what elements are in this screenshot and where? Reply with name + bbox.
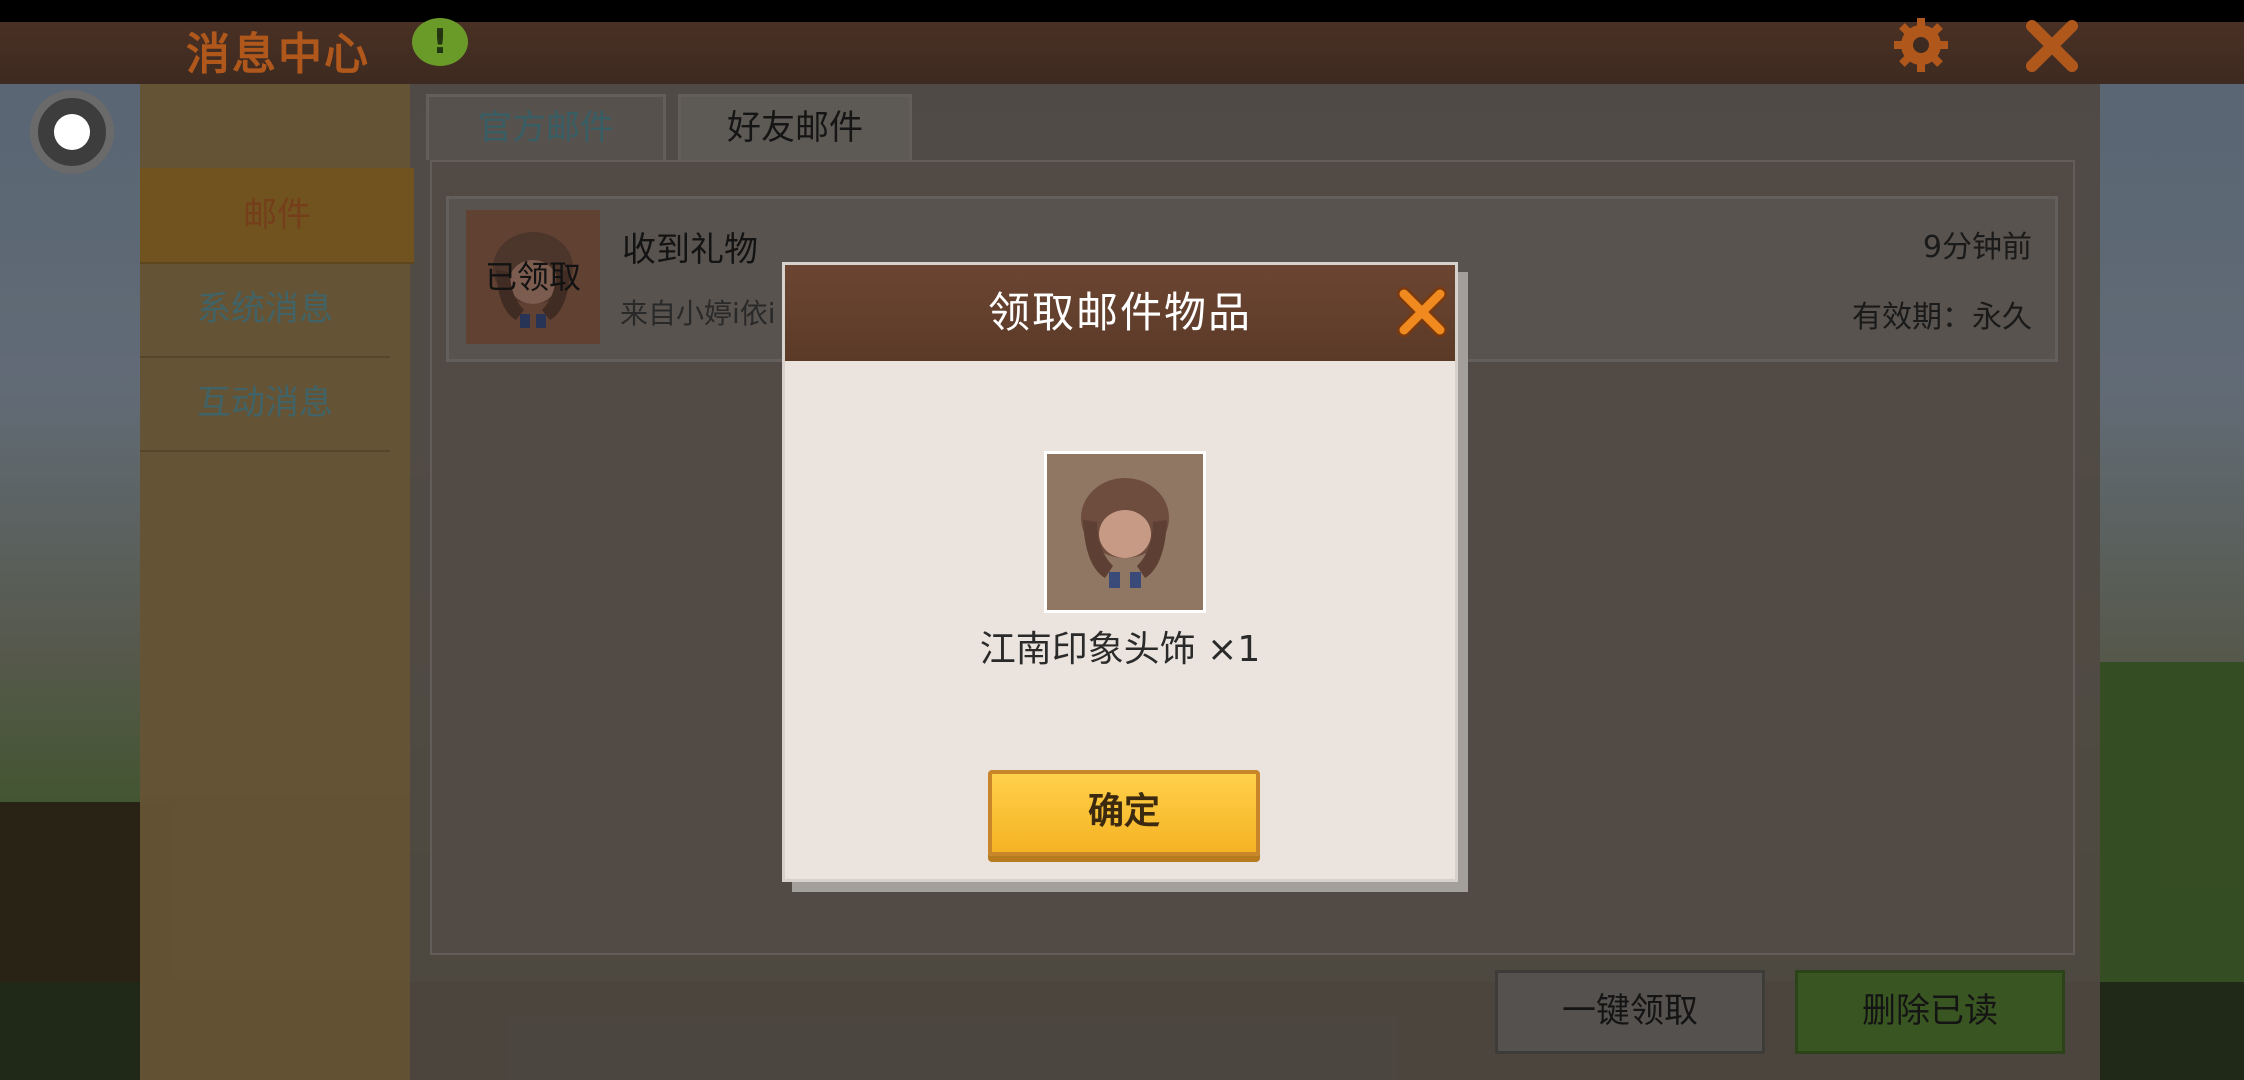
hair-accessory-icon <box>1081 478 1169 588</box>
reward-item-name: 江南印象头饰 ×1 <box>979 629 1261 670</box>
alert-icon[interactable]: ! <box>412 18 468 66</box>
confirm-button[interactable]: 确定 <box>988 770 1260 856</box>
reward-item-frame <box>1044 451 1206 613</box>
modal-close-icon[interactable] <box>1394 284 1450 340</box>
gear-icon[interactable] <box>1890 14 1952 76</box>
page-title: 消息中心 <box>186 29 370 80</box>
modal-title: 领取邮件物品 <box>987 288 1252 337</box>
floating-assist-button[interactable] <box>30 90 114 174</box>
close-icon[interactable] <box>2020 14 2084 78</box>
